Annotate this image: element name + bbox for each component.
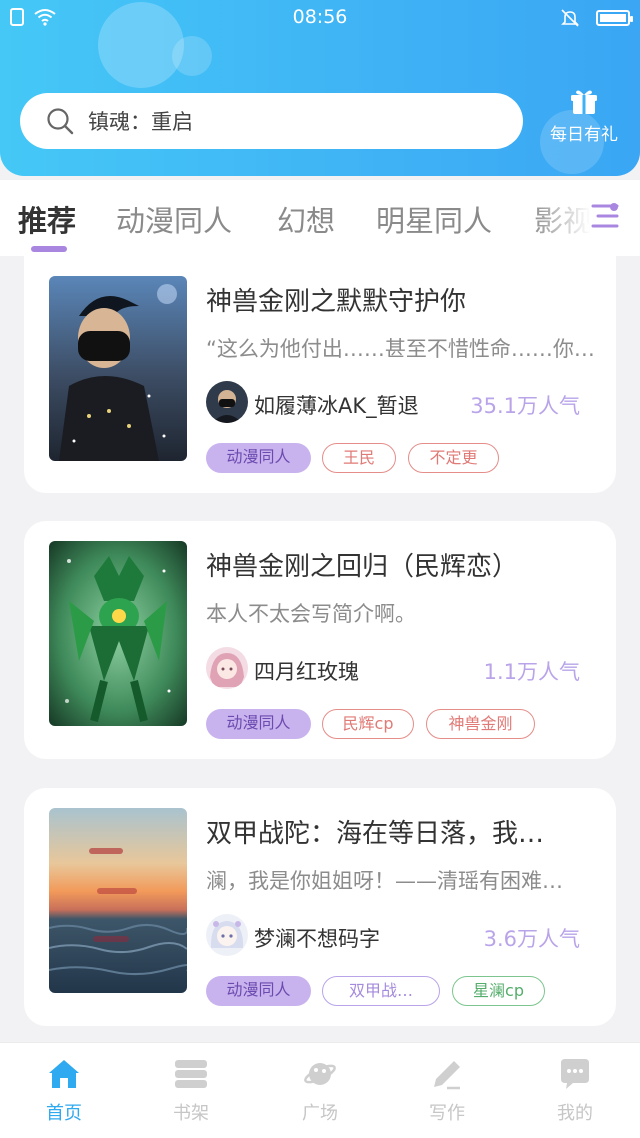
planet-icon [304, 1063, 336, 1085]
nav-mine-label: 我的 [557, 1103, 593, 1124]
bookshelf-icon [175, 1060, 207, 1088]
search-bar[interactable]: 镇魂：重启 [20, 93, 523, 149]
battery-icon [596, 10, 633, 26]
tab-anime-fanfic[interactable]: 动漫同人 [116, 198, 232, 240]
daily-gift-button[interactable]: 每日有礼 [540, 88, 628, 145]
status-time: 08:56 [292, 6, 348, 28]
tab-celebrity-fanfic[interactable]: 明星同人 [376, 198, 492, 240]
gift-icon [571, 90, 597, 114]
search-icon [47, 108, 74, 135]
tag-chip[interactable]: 王民 [322, 443, 396, 473]
nav-write[interactable]: 写作 [402, 1057, 492, 1125]
book-description: 澜，我是你姐姐呀！——清瑶有困难… [206, 869, 563, 893]
book-title[interactable]: 神兽金刚之默默守护你 [206, 281, 596, 318]
book-cover[interactable] [49, 808, 187, 993]
bottom-navigation: 首页 书架 广场 写作 我的 [0, 1042, 640, 1138]
nav-home-label: 首页 [46, 1103, 82, 1124]
book-title[interactable]: 双甲战陀：海在等日落，我… [206, 813, 596, 850]
popularity-count: 3.6万人气 [483, 927, 580, 951]
header: 08:56 镇魂：重启 每日有礼 [0, 0, 640, 176]
home-icon [49, 1060, 79, 1088]
tab-fantasy[interactable]: 幻想 [277, 198, 335, 240]
menu-icon[interactable] [590, 202, 620, 230]
nav-bookshelf-label: 书架 [173, 1103, 209, 1124]
bell-muted-icon [561, 9, 579, 27]
nav-plaza-label: 广场 [302, 1103, 338, 1124]
author-avatar[interactable] [206, 381, 248, 423]
search-placeholder: 镇魂：重启 [88, 110, 193, 134]
tag-chip[interactable]: 动漫同人 [206, 709, 311, 739]
book-card[interactable]: 双甲战陀：海在等日落，我… 澜，我是你姐姐呀！——清瑶有困难… 梦澜不想码字 3… [24, 788, 616, 1026]
book-title[interactable]: 神兽金刚之回归（民辉恋） [206, 546, 596, 583]
decor-bubble [172, 36, 212, 76]
nav-mine[interactable]: 我的 [530, 1057, 620, 1125]
active-tab-indicator [31, 246, 67, 252]
book-card[interactable]: 神兽金刚之默默守护你 “这么为他付出……甚至不惜性命……你… 如履薄冰AK_暂退… [24, 256, 616, 493]
category-tabs: 推荐 动漫同人 幻想 明星同人 影视 [0, 180, 640, 256]
book-cover[interactable] [49, 276, 187, 461]
nav-bookshelf[interactable]: 书架 [146, 1057, 236, 1125]
book-description: “这么为他付出……甚至不惜性命……你… [206, 337, 594, 361]
author-avatar[interactable] [206, 647, 248, 689]
daily-gift-label: 每日有礼 [550, 125, 618, 145]
chat-bubble-icon [561, 1059, 589, 1089]
popularity-count: 1.1万人气 [483, 660, 580, 684]
author-name[interactable]: 如履薄冰AK_暂退 [254, 390, 419, 420]
book-description: 本人不太会写简介啊。 [206, 602, 416, 626]
nav-write-label: 写作 [429, 1103, 465, 1124]
tag-chip[interactable]: 星澜cp [452, 976, 545, 1006]
tag-chip[interactable]: 动漫同人 [206, 976, 311, 1006]
pen-icon [434, 1061, 460, 1090]
popularity-count: 35.1万人气 [470, 394, 580, 418]
nav-plaza[interactable]: 广场 [275, 1057, 365, 1125]
tag-chip[interactable]: 动漫同人 [206, 443, 311, 473]
nav-home[interactable]: 首页 [19, 1057, 109, 1125]
tab-recommend[interactable]: 推荐 [18, 198, 76, 240]
book-card[interactable]: 神兽金刚之回归（民辉恋） 本人不太会写简介啊。 四月红玫瑰 1.1万人气 动漫同… [24, 521, 616, 759]
tag-chip[interactable]: 不定更 [408, 443, 499, 473]
author-name[interactable]: 四月红玫瑰 [254, 656, 359, 686]
status-bar: 08:56 [0, 0, 640, 36]
author-avatar[interactable] [206, 914, 248, 956]
tag-chip[interactable]: 双甲战… [322, 976, 440, 1006]
tag-chip[interactable]: 神兽金刚 [426, 709, 535, 739]
tag-chip[interactable]: 民辉cp [322, 709, 414, 739]
author-name[interactable]: 梦澜不想码字 [254, 923, 380, 953]
book-cover[interactable] [49, 541, 187, 726]
